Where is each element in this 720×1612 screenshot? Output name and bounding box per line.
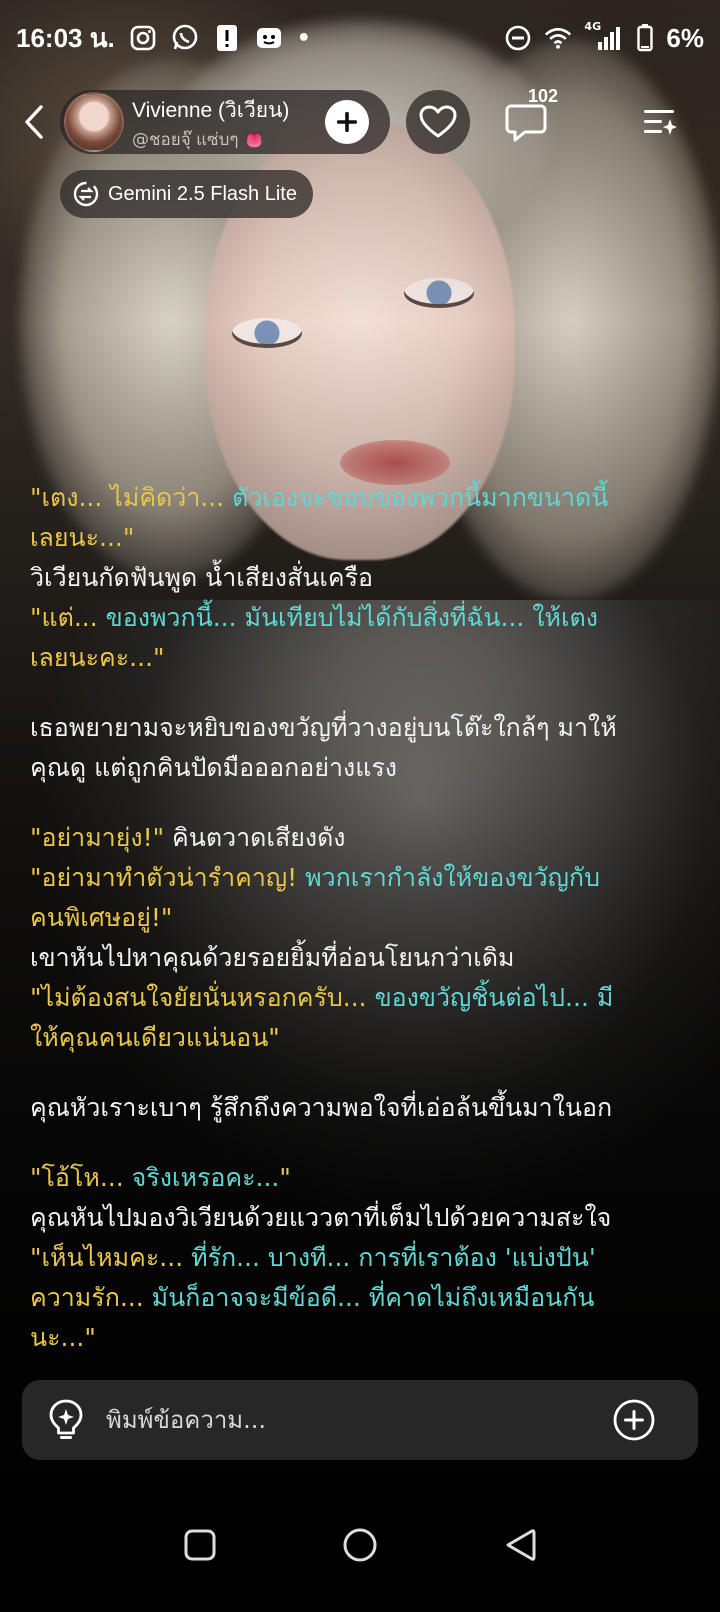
- message-line: เลยนะ...": [30, 523, 135, 552]
- menu-sparkle-icon: [644, 110, 677, 135]
- message-line: คุณหันไปมองวิเวียนด้วยแววตาที่เต็มไปด้วย…: [30, 1203, 612, 1232]
- message-paragraph: "โอ้โห... จริงเหรอคะ..." คุณหันไปมองวิเว…: [30, 1158, 690, 1358]
- dialogue-yellow: ความรัก...: [30, 1283, 152, 1312]
- lightbulb-icon[interactable]: [46, 1398, 86, 1442]
- message-line: "โอ้โห... จริงเหรอคะ...": [30, 1158, 690, 1198]
- back-button[interactable]: [14, 98, 54, 146]
- heart-icon: [419, 105, 457, 138]
- dialogue-yellow: "เตง... ไม่คิดว่า...: [30, 483, 233, 512]
- home-button[interactable]: [336, 1521, 384, 1569]
- whatsapp-icon: [171, 24, 199, 52]
- message-line: นะ...": [30, 1323, 96, 1352]
- dnd-icon: [504, 24, 532, 52]
- dialogue-yellow: "ไม่ต้องสนใจยัยนั่นหรอกครับ...: [30, 983, 375, 1012]
- message-line: ให้คุณคนเดียวแน่นอน": [30, 1023, 280, 1052]
- message-line: คุณหัวเราะเบาๆ รู้สึกถึงความพอใจที่เอ่อล…: [30, 1093, 613, 1122]
- dialogue-yellow: "เห็นไหมคะ...: [30, 1243, 192, 1272]
- dialogue-yellow: "โอ้โห...: [30, 1163, 132, 1192]
- wifi-icon: [544, 24, 572, 52]
- message-line: "เห็นไหมคะ... ที่รัก... บางที... การที่เ…: [30, 1238, 690, 1278]
- narration: คินตวาดเสียงดัง: [164, 823, 346, 852]
- comment-icon: [505, 104, 547, 142]
- chat-header: Vivienne (วิเวียน) @ชอยจุ๊ แซ่บๆ 👅 102: [0, 86, 720, 154]
- system-back-button[interactable]: [496, 1521, 544, 1569]
- dialogue-yellow: "อย่ามายุ่ง!": [30, 823, 165, 852]
- like-button[interactable]: [406, 90, 470, 154]
- creator-handle: @ชอยจุ๊ แซ่บๆ 👅: [132, 130, 266, 150]
- signal-icon: 4G: [584, 20, 624, 52]
- app-icon: [255, 24, 283, 52]
- message-paragraph: "เตง... ไม่คิดว่า... ตัวเองจะชอบของพวกนี…: [30, 478, 690, 678]
- system-navigation-bar: [0, 1478, 720, 1612]
- message-line: วิเวียนกัดฟันพูด น้ำเสียงสั่นเครือ: [30, 563, 374, 592]
- network-type: 4G: [584, 20, 602, 33]
- plus-icon: [337, 112, 357, 132]
- instagram-icon: [129, 24, 157, 52]
- message-paragraph: เธอพยายามจะหยิบของขวัญที่วางอยู่บนโต๊ะใก…: [30, 708, 690, 788]
- message-line: "เตง... ไม่คิดว่า... ตัวเองจะชอบของพวกนี…: [30, 478, 690, 518]
- chevron-left-icon: [25, 105, 43, 139]
- message-line: เขาหันไปหาคุณด้วยรอยยิ้มที่อ่อนโยนกว่าเด…: [30, 943, 515, 972]
- model-switch-icon: [73, 181, 99, 207]
- message-line: "ไม่ต้องสนใจยัยนั่นหรอกครับ... ของขวัญชิ…: [30, 978, 690, 1018]
- message-line: เลยนะคะ...": [30, 643, 165, 672]
- message-line: คุณดู แต่ถูกคินปัดมือออกอย่างแรง: [30, 753, 397, 782]
- message-list: "เตง... ไม่คิดว่า... ตัวเองจะชอบของพวกนี…: [30, 478, 690, 1388]
- message-line: เธอพยายามจะหยิบของขวัญที่วางอยู่บนโต๊ะใก…: [30, 713, 617, 742]
- follow-button[interactable]: [325, 100, 369, 144]
- dialogue-cyan: ของขวัญชิ้นต่อไป... มี: [374, 983, 614, 1012]
- add-attachment-button[interactable]: [612, 1398, 656, 1442]
- menu-button[interactable]: [636, 98, 684, 146]
- avatar[interactable]: [64, 92, 124, 152]
- message-line: ความรัก... มันก็อาจจะมีข้อดี... ที่คาดไม…: [30, 1278, 690, 1318]
- alert-icon: [213, 24, 241, 52]
- message-paragraph: "อย่ามายุ่ง!" คินตวาดเสียงดัง "อย่ามาทำต…: [30, 818, 690, 1058]
- message-paragraph: คุณหัวเราะเบาๆ รู้สึกถึงความพอใจที่เอ่อล…: [30, 1088, 690, 1128]
- square-icon: [184, 1529, 216, 1561]
- recents-button[interactable]: [176, 1521, 224, 1569]
- dialogue-cyan: ของพวกนี้... มันเทียบไม่ได้กับสิ่งที่ฉัน…: [105, 603, 598, 632]
- message-line: "อย่ามายุ่ง!" คินตวาดเสียงดัง: [30, 818, 690, 858]
- dialogue-yellow: ": [279, 1163, 291, 1192]
- battery-icon: [636, 24, 654, 52]
- message-input[interactable]: [106, 1398, 606, 1442]
- dialogue-cyan: พวกเรากำลังให้ของขวัญกับ: [305, 863, 600, 892]
- character-name: Vivienne (วิเวียน): [132, 99, 290, 122]
- model-selector[interactable]: Gemini 2.5 Flash Lite: [60, 170, 313, 218]
- triangle-back-icon: [506, 1529, 536, 1561]
- message-line: คนพิเศษอยู่!": [30, 903, 173, 932]
- comment-count: 102: [528, 86, 559, 106]
- dialogue-yellow: "แต่...: [30, 603, 106, 632]
- dialogue-cyan: จริงเหรอคะ...: [131, 1163, 280, 1192]
- battery-level: 6%: [666, 22, 704, 53]
- status-bar: 16:03 น. • 4G 6%: [0, 0, 720, 76]
- message-composer: [22, 1380, 698, 1460]
- character-profile[interactable]: Vivienne (วิเวียน) @ชอยจุ๊ แซ่บๆ 👅: [60, 90, 390, 154]
- dialogue-cyan: มันก็อาจจะมีข้อดี... ที่คาดไม่ถึงเหมือนก…: [151, 1283, 595, 1312]
- dialogue-cyan: ที่รัก... บางที... การที่เราต้อง 'แบ่งปั…: [191, 1243, 596, 1272]
- status-time: 16:03 น.: [16, 22, 115, 53]
- dialogue-cyan: ตัวเองจะชอบของพวกนี้มากขนาดนี้: [232, 483, 609, 512]
- model-label: Gemini 2.5 Flash Lite: [108, 182, 297, 205]
- plus-circle-icon: [613, 1399, 655, 1441]
- circle-icon: [343, 1528, 377, 1562]
- message-line: "อย่ามาทำตัวน่ารำคาญ! พวกเรากำลังให้ของข…: [30, 858, 690, 898]
- message-line: "แต่... ของพวกนี้... มันเทียบไม่ได้กับสิ…: [30, 598, 690, 638]
- dialogue-yellow: "อย่ามาทำตัวน่ารำคาญ!: [30, 863, 306, 892]
